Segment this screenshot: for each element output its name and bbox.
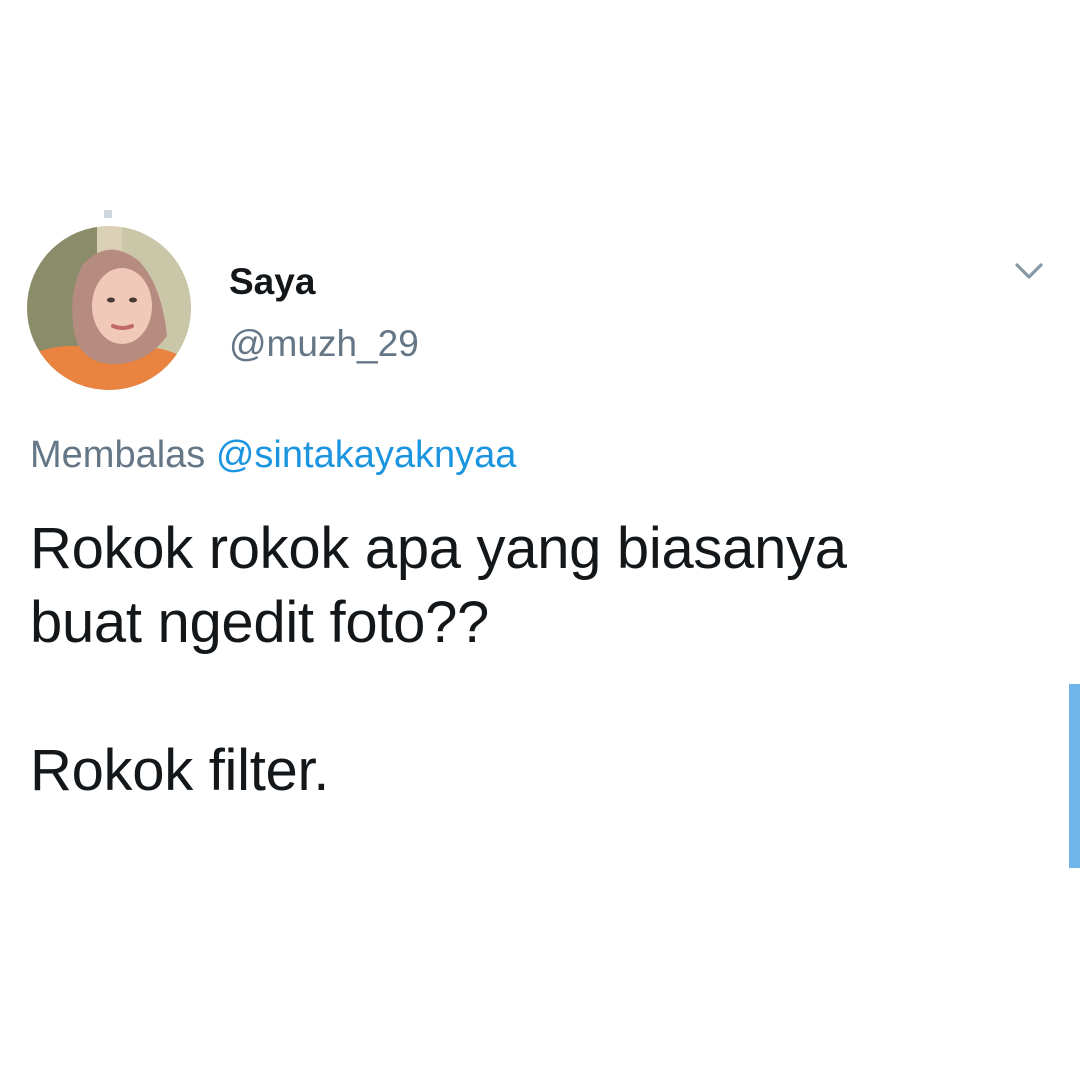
thread-connector	[104, 210, 112, 218]
avatar-photo-icon	[27, 226, 191, 390]
author-display-name[interactable]: Saya	[229, 261, 315, 303]
reply-to-link[interactable]: @sintakayaknyaa	[216, 434, 517, 476]
tweet-text-line: Rokok filter.	[30, 738, 330, 803]
tweet-text-line: buat ngedit foto??	[30, 590, 489, 655]
author-handle[interactable]: @muzh_29	[229, 323, 419, 365]
tweet-text-line: Rokok rokok apa yang biasanya	[30, 516, 847, 581]
scrollbar[interactable]	[1069, 684, 1080, 868]
reply-label: Membalas	[30, 434, 206, 476]
reply-context: Membalas @sintakayaknyaa	[30, 432, 516, 478]
tweet-card: Saya @muzh_29 Membalas @sintakayaknyaa R…	[0, 0, 1080, 1080]
tweet-text: Rokok rokok apa yang biasanya buat ngedi…	[30, 512, 1030, 808]
more-options-button[interactable]	[1008, 254, 1050, 288]
chevron-down-icon	[1015, 263, 1043, 279]
avatar[interactable]	[27, 226, 191, 390]
